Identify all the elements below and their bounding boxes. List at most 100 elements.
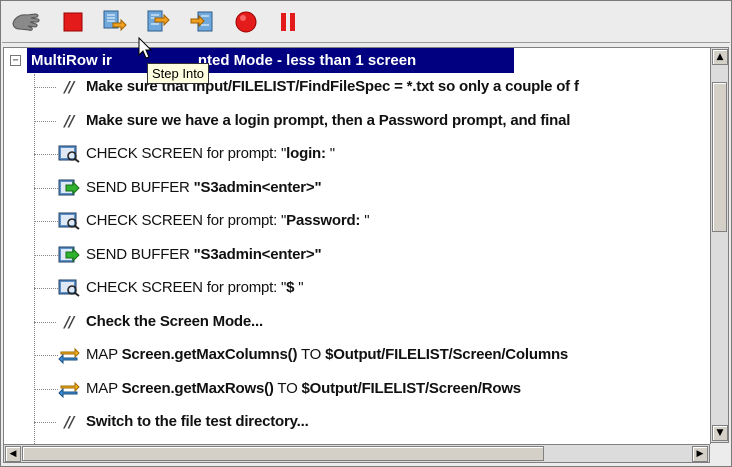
tree-item-text: Switch to the file test directory... xyxy=(86,413,309,430)
tree-item-text: Check the Screen Mode... xyxy=(86,313,263,330)
tree-item-check[interactable]: CHECK SCREEN for prompt: "login: " xyxy=(4,141,710,168)
tree-connector xyxy=(34,321,56,323)
item-bold-part: Check the Screen Mode... xyxy=(86,312,263,330)
map-arrows-icon xyxy=(58,381,80,398)
tree-connector xyxy=(34,254,58,256)
item-bold-part: login: xyxy=(286,145,330,162)
step-out-icon xyxy=(190,11,213,32)
stop-icon xyxy=(63,12,83,32)
send-buffer-icon xyxy=(58,179,80,195)
tree-item-comment[interactable]: // Make sure we have a login prompt, then… xyxy=(4,108,710,135)
scroll-left-arrow-icon[interactable]: ◀ xyxy=(5,446,21,462)
tree-root-label[interactable]: MultiRow ir nted Mode - less than 1 scree… xyxy=(27,48,514,73)
map-arrows-icon xyxy=(58,347,80,364)
check-screen-icon xyxy=(58,279,80,297)
tree-item-icon xyxy=(58,345,80,365)
tree-item-icon xyxy=(58,144,80,164)
step-into-tooltip: Step Into xyxy=(147,63,210,84)
step-into-button[interactable] xyxy=(98,6,130,38)
scroll-down-arrow-icon[interactable]: ▼ xyxy=(712,425,728,441)
item-mid: " xyxy=(329,145,335,162)
tree-connector xyxy=(34,388,58,390)
pause-button[interactable] xyxy=(272,6,304,38)
tree-root-label-visible-end: nted Mode - less than 1 screen xyxy=(197,52,417,69)
hand-button[interactable] xyxy=(10,6,42,38)
scroll-up-arrow-icon[interactable]: ▲ xyxy=(712,49,728,65)
comment-icon: // xyxy=(64,111,75,130)
item-prefix: MAP xyxy=(86,346,122,363)
item-mid: TO xyxy=(273,379,302,397)
item-bold-part: "S3admin<enter>" xyxy=(193,245,322,263)
item-bold-part: Switch to the file test directory... xyxy=(86,413,309,430)
check-screen-icon xyxy=(58,145,80,163)
tree-root-label-visible-start: MultiRow ir xyxy=(31,52,112,69)
item-bold-part: Password: xyxy=(286,212,365,229)
item-prefix: CHECK SCREEN for prompt: " xyxy=(86,212,287,229)
app-window: − MultiRow ir nted Mode - less than 1 scr… xyxy=(0,0,732,467)
tree-item-icon xyxy=(58,245,80,265)
item-tail: $Output/FILELIST/Screen/Rows xyxy=(301,379,522,397)
hand-icon xyxy=(12,13,40,31)
tree-item-text: SEND BUFFER "S3admin<enter>" xyxy=(86,178,322,196)
tree-item-check[interactable]: CHECK SCREEN for prompt: "Password: " xyxy=(4,208,710,235)
tree-item-text: SEND BUFFER "S3admin<enter>" xyxy=(86,245,322,263)
tree-item-text: CHECK SCREEN for prompt: "login: " xyxy=(86,145,335,162)
horizontal-scroll-thumb[interactable] xyxy=(22,446,544,461)
tree-item-map[interactable]: MAP Screen.getMaxRows() TO $Output/FILEL… xyxy=(4,376,710,403)
record-button[interactable] xyxy=(230,6,262,38)
item-prefix: CHECK SCREEN for prompt: " xyxy=(86,279,287,296)
horizontal-scrollbar[interactable]: ◀ ▶ xyxy=(3,444,710,463)
comment-icon: // xyxy=(64,78,75,96)
tree-item-icon: // xyxy=(58,312,80,332)
tree-item-icon xyxy=(58,178,80,198)
step-over-button[interactable] xyxy=(142,6,174,38)
item-bold-part: Screen.getMaxRows() xyxy=(121,379,274,397)
tree-item-text: MAP Screen.getMaxRows() TO $Output/FILEL… xyxy=(86,380,521,397)
tree-item-comment[interactable]: // Switch to the file test directory... xyxy=(4,409,710,436)
tree-item-send[interactable]: SEND BUFFER "S3admin<enter>" xyxy=(4,242,710,269)
item-bold-part: Screen.getMaxColumns() xyxy=(121,346,298,363)
tree-item-icon xyxy=(58,211,80,231)
item-mid: TO xyxy=(297,346,326,363)
comment-icon: // xyxy=(64,312,75,331)
item-mid: " xyxy=(364,212,370,229)
record-icon xyxy=(235,11,257,33)
tree-item-comment[interactable]: // Check the Screen Mode... xyxy=(4,309,710,336)
tree-connector xyxy=(34,288,58,289)
tree-item-comment[interactable]: //Make sure that Input/FILELIST/FindFile… xyxy=(4,74,710,101)
tree-item-icon: // xyxy=(58,77,80,97)
tree-connector xyxy=(34,355,58,356)
check-screen-icon xyxy=(58,212,80,230)
stop-button[interactable] xyxy=(57,6,89,38)
tree-item-text: CHECK SCREEN for prompt: "Password: " xyxy=(86,212,370,229)
tree-connector xyxy=(34,422,56,423)
tree-item-text: MAP Screen.getMaxColumns() TO $Output/FI… xyxy=(86,346,568,363)
script-tree[interactable]: − MultiRow ir nted Mode - less than 1 scr… xyxy=(3,47,711,445)
item-bold-part: "S3admin<enter>" xyxy=(193,178,322,196)
item-prefix: SEND BUFFER xyxy=(86,245,194,263)
pause-icon xyxy=(281,13,295,31)
item-prefix: SEND BUFFER xyxy=(86,178,194,196)
scroll-right-arrow-icon[interactable]: ▶ xyxy=(692,446,708,462)
vertical-scrollbar[interactable]: ▲ ▼ xyxy=(710,47,729,443)
collapse-toggle-icon[interactable]: − xyxy=(10,55,21,66)
scrollbar-corner xyxy=(710,444,729,463)
item-prefix: CHECK SCREEN for prompt: " xyxy=(86,145,287,162)
step-over-icon xyxy=(147,10,170,32)
toolbar xyxy=(2,2,730,43)
comment-icon: // xyxy=(64,413,75,431)
tree-item-check[interactable]: CHECK SCREEN for prompt: "$ " xyxy=(4,275,710,302)
tree-item-map[interactable]: MAP Screen.getMaxColumns() TO $Output/FI… xyxy=(4,342,710,369)
tree-item-send[interactable]: SEND BUFFER "S3admin<enter>" xyxy=(4,175,710,202)
vertical-scroll-thumb[interactable] xyxy=(712,82,727,232)
tree-connector xyxy=(34,187,58,189)
tree-connector xyxy=(34,154,58,155)
tree-connector xyxy=(34,221,58,222)
item-prefix: MAP xyxy=(86,379,122,397)
step-out-button[interactable] xyxy=(186,6,218,38)
tree-connector xyxy=(34,87,56,88)
item-bold-part: Make sure we have a login prompt, then a… xyxy=(86,111,571,129)
tree-item-icon: // xyxy=(58,111,80,131)
tree-item-text: CHECK SCREEN for prompt: "$ " xyxy=(86,279,304,296)
item-tail: $Output/FILELIST/Screen/Columns xyxy=(325,346,569,363)
